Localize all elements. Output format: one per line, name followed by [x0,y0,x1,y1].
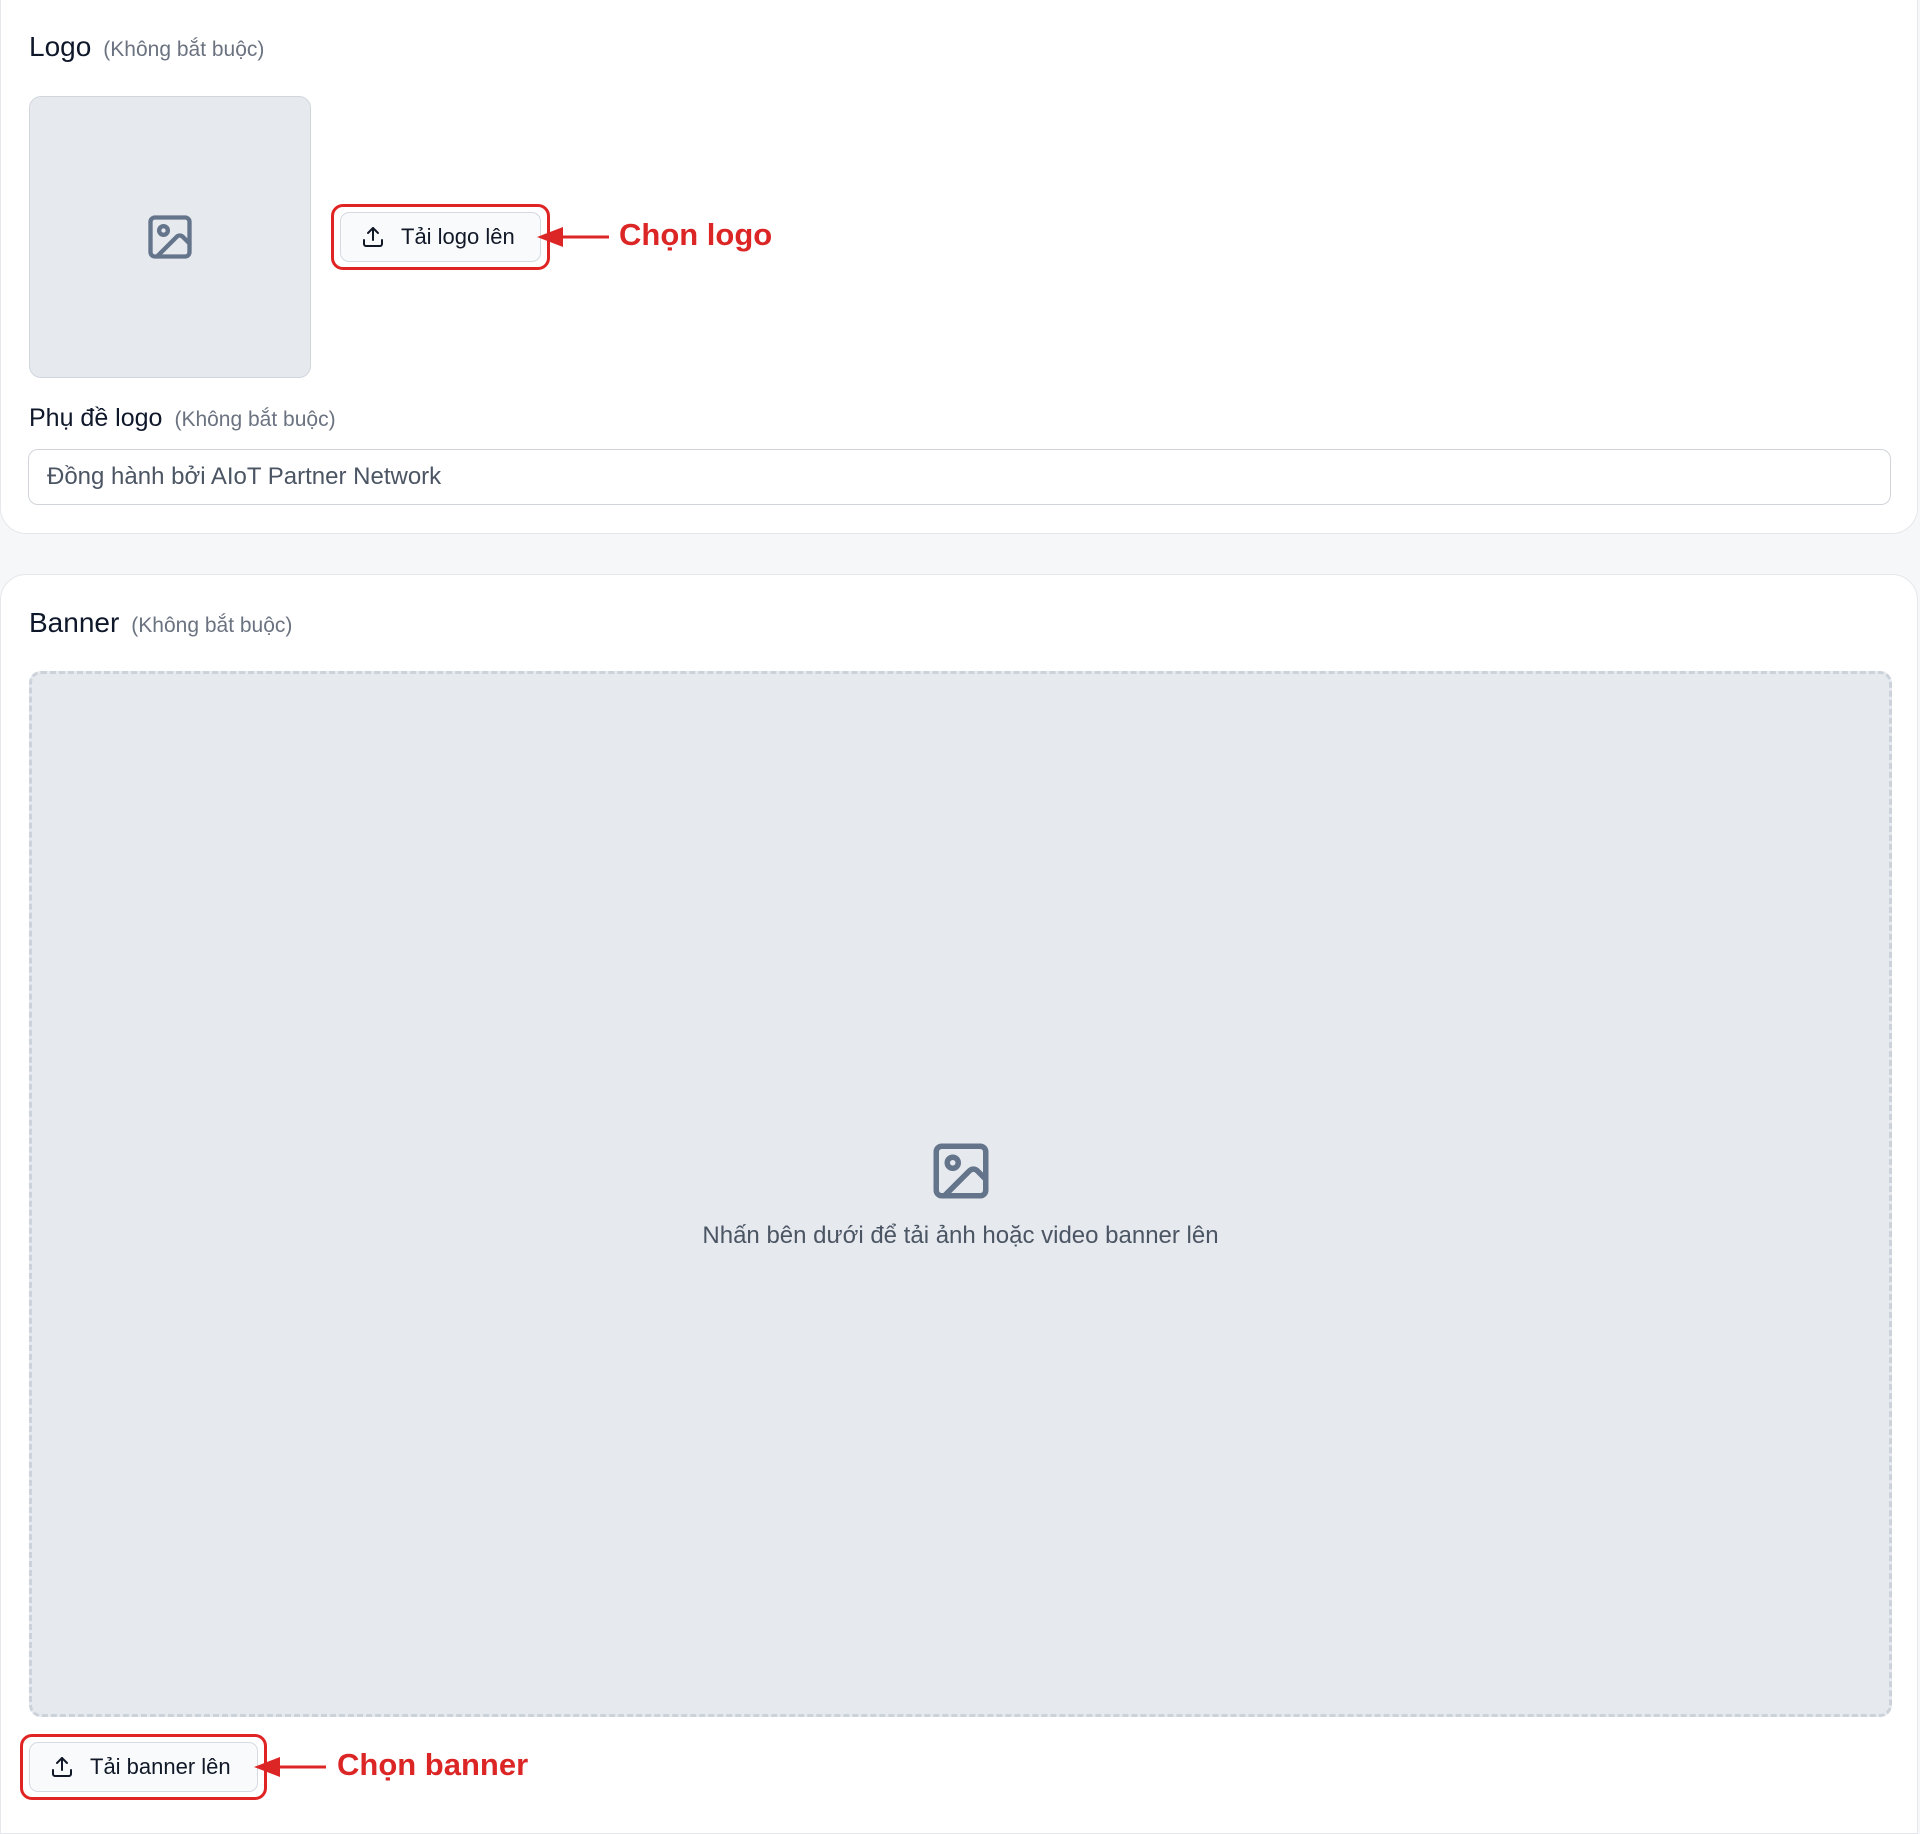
upload-banner-button[interactable]: Tải banner lên [29,1742,258,1792]
banner-label: Banner (Không bắt buộc) [29,607,292,639]
arrow-left-icon [537,227,609,247]
banner-card: Banner (Không bắt buộc) Nhấn bên dưới để… [0,574,1918,1834]
banner-title: Banner [29,607,120,638]
upload-logo-button[interactable]: Tải logo lên [340,212,541,262]
subtitle-title: Phụ đề logo [29,404,163,432]
image-icon [148,215,192,259]
banner-dropzone[interactable]: Nhấn bên dưới để tải ảnh hoặc video bann… [29,671,1892,1717]
upload-logo-label: Tải logo lên [401,224,515,249]
subtitle-label: Phụ đề logo (Không bắt buộc) [29,404,336,433]
upload-icon [363,227,383,247]
logo-label: Logo (Không bắt buộc) [29,31,264,63]
arrow-left-icon [254,1757,326,1777]
logo-subtitle-input[interactable] [28,449,1891,505]
logo-optional-hint: (Không bắt buộc) [103,38,265,61]
upload-icon [52,1757,72,1777]
banner-optional-hint: (Không bắt buộc) [131,614,293,637]
logo-title: Logo [29,31,92,62]
subtitle-optional-hint: (Không bắt buộc) [174,408,336,431]
logo-preview [29,96,311,378]
choose-logo-annotation: Chọn logo [619,217,773,252]
image-icon [933,1143,988,1199]
choose-banner-annotation: Chọn banner [337,1747,529,1782]
dropzone-hint: Nhấn bên dưới để tải ảnh hoặc video bann… [702,1222,1219,1249]
upload-banner-label: Tải banner lên [90,1754,231,1779]
